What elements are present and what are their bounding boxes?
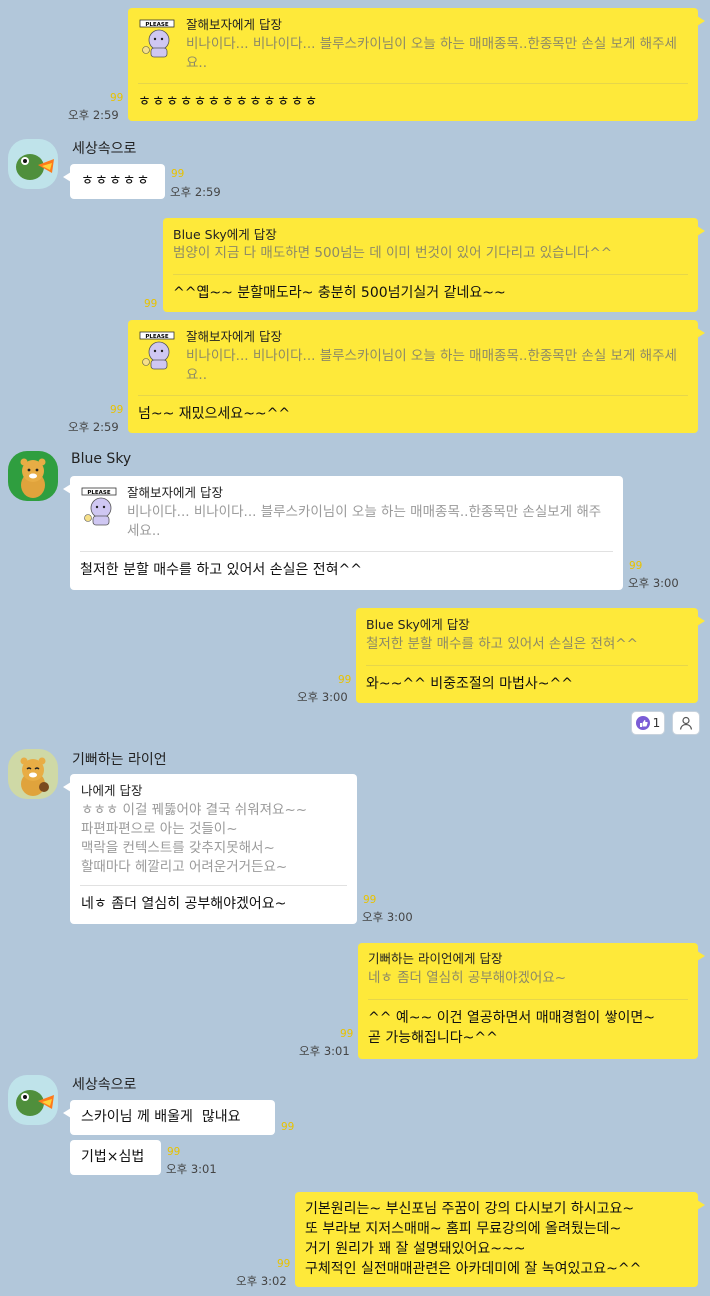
quoted-text: 비나이다... 비나이다... 블루스카이님이 오늘 하는 매매종목..한종목만… <box>186 348 677 383</box>
message-text: 스카이님 께 배울게 많내요 <box>81 1109 241 1125</box>
unread-count: 99 <box>171 168 185 180</box>
timestamp: 오후 3:01 <box>299 1044 350 1058</box>
unread-count: 99 <box>144 298 158 310</box>
quoted-text: ㅎㅎㅎ 이걸 꿰뚫어야 결국 쉬워져요~~ 파편파편으로 아는 것들이~ 맥락을… <box>81 802 308 875</box>
message-text: 기본원리는~ 부신포님 주꿈이 강의 다시보기 하시고요~ 또 부라보 지저스매… <box>305 1201 642 1277</box>
quote-divider <box>368 999 688 1000</box>
reply-target: 기뻐하는 라이언에게 답장 <box>368 951 503 966</box>
please-emoticon-icon: PLEASE <box>139 331 175 370</box>
message-bubble[interactable]: ㅎㅎㅎㅎㅎ <box>63 164 165 199</box>
thumbs-up-icon <box>635 716 650 730</box>
like-count: 1 <box>652 716 661 730</box>
reaction-profile-button[interactable] <box>672 711 700 735</box>
quote-divider <box>366 665 688 666</box>
person-icon <box>679 716 693 730</box>
unread-count: 99 <box>340 1028 354 1040</box>
quoted-text: 비나이다... 비나이다... 블루스카이님이 오늘 하는 매매종목..한종목만… <box>186 36 677 71</box>
sender-name: Blue Sky <box>71 451 132 467</box>
unread-count: 99 <box>167 1146 181 1158</box>
message-bubble[interactable]: PLEASE 잘해보자에게 답장 비나이다... 비나이다... 블루스카이님이… <box>128 8 705 121</box>
message-text: ㅎㅎㅎㅎㅎㅎㅎㅎㅎㅎㅎㅎㅎ <box>138 94 319 110</box>
timestamp: 오후 3:00 <box>297 690 348 704</box>
quote-divider <box>173 274 688 275</box>
svg-text:PLEASE: PLEASE <box>145 22 169 28</box>
unread-count: 99 <box>338 674 352 686</box>
message-text: 와~~^^ 비중조절의 마법사~^^ <box>366 676 573 692</box>
message-bubble[interactable]: PLEASE 잘해보자에게 답장 비나이다... 비나이다... 블루스카이님이… <box>63 476 623 590</box>
unread-count: 99 <box>110 92 124 104</box>
message-text: 기법×심법 <box>81 1149 145 1165</box>
quoted-text: 철저한 분할 매수를 하고 있어서 손실은 전혀^^ <box>366 636 638 652</box>
quote-divider <box>138 395 688 396</box>
message-bubble[interactable]: 기법×심법 <box>70 1140 161 1175</box>
reply-target: Blue Sky에게 답장 <box>366 617 470 632</box>
avatar[interactable] <box>8 451 58 501</box>
svg-text:PLEASE: PLEASE <box>87 490 111 496</box>
timestamp: 오후 2:59 <box>170 185 221 199</box>
please-emoticon-icon: PLEASE <box>139 19 175 58</box>
lion-avatar-icon <box>20 757 49 796</box>
timestamp: 오후 2:59 <box>68 420 119 434</box>
reply-target: Blue Sky에게 답장 <box>173 227 277 242</box>
message-text: ^^옙~~ 분할매도라~ 충분히 500넘기실거 같네요~~ <box>173 285 506 301</box>
lion-avatar-icon <box>20 458 46 498</box>
please-emoticon-icon: PLEASE <box>81 487 117 526</box>
message-text: ㅎㅎㅎㅎㅎ <box>81 173 151 189</box>
message-text: 철저한 분할 매수를 하고 있어서 손실은 전혀^^ <box>80 562 363 578</box>
timestamp: 오후 3:02 <box>236 1274 287 1288</box>
reply-target: 잘해보자에게 답장 <box>127 485 223 500</box>
unread-count: 99 <box>277 1258 291 1270</box>
message-bubble[interactable]: 스카이님 께 배울게 많내요 <box>63 1100 275 1135</box>
timestamp: 오후 3:00 <box>362 910 413 924</box>
quote-divider <box>80 551 613 552</box>
unread-count: 99 <box>363 894 377 906</box>
message-bubble[interactable]: 기본원리는~ 부신포님 주꿈이 강의 다시보기 하시고요~ 또 부라보 지저스매… <box>295 1192 705 1287</box>
svg-text:PLEASE: PLEASE <box>145 334 169 340</box>
timestamp: 오후 3:00 <box>628 576 679 590</box>
message-text: 네ㅎ 좀더 열심히 공부해야겠어요~ <box>81 896 287 912</box>
message-text: 넘~~ 재밌으세요~~^^ <box>138 406 291 422</box>
avatar[interactable] <box>8 1075 58 1125</box>
dragon-avatar-icon <box>16 154 54 180</box>
message-text: ^^ 예~~ 이건 열공하면서 매매경험이 쌓이면~ 곧 가능해집니다~^^ <box>368 1010 655 1046</box>
quote-divider <box>80 885 347 886</box>
unread-count: 99 <box>629 560 643 572</box>
quoted-text: 네ㅎ 좀더 열심히 공부해야겠어요~ <box>368 970 567 986</box>
quote-divider <box>138 83 688 84</box>
avatar[interactable] <box>8 749 58 799</box>
unread-count: 99 <box>281 1121 295 1133</box>
message-bubble[interactable]: Blue Sky에게 답장 철저한 분할 매수를 하고 있어서 손실은 전혀^^… <box>356 608 705 703</box>
timestamp: 오후 2:59 <box>68 108 119 122</box>
sender-name: 세상속으로 <box>72 1077 137 1093</box>
message-bubble[interactable]: PLEASE 잘해보자에게 답장 비나이다... 비나이다... 블루스카이님이… <box>128 320 705 433</box>
quoted-text: 범양이 지금 다 매도하면 500넘는 데 이미 번것이 있어 기다리고 있습니… <box>173 245 613 261</box>
reply-target: 잘해보자에게 답장 <box>186 329 282 344</box>
sender-name: 세상속으로 <box>72 141 137 157</box>
quoted-text: 비나이다... 비나이다... 블루스카이님이 오늘 하는 매매종목..한종목만… <box>127 504 602 539</box>
message-bubble[interactable]: 기뻐하는 라이언에게 답장 네ㅎ 좀더 열심히 공부해야겠어요~ ^^ 예~~ … <box>358 943 705 1059</box>
reply-target: 나에게 답장 <box>81 783 143 798</box>
sender-name: 기뻐하는 라이언 <box>72 752 167 768</box>
unread-count: 99 <box>110 404 124 416</box>
like-reaction[interactable]: 1 <box>631 711 665 735</box>
reply-target: 잘해보자에게 답장 <box>186 17 282 32</box>
message-bubble[interactable]: Blue Sky에게 답장 범양이 지금 다 매도하면 500넘는 데 이미 번… <box>163 218 705 312</box>
avatar[interactable] <box>8 139 58 189</box>
dragon-avatar-icon <box>16 1090 54 1116</box>
timestamp: 오후 3:01 <box>166 1162 217 1176</box>
message-bubble[interactable]: 나에게 답장 ㅎㅎㅎ 이걸 꿰뚫어야 결국 쉬워져요~~ 파편파편으로 아는 것… <box>63 774 357 924</box>
